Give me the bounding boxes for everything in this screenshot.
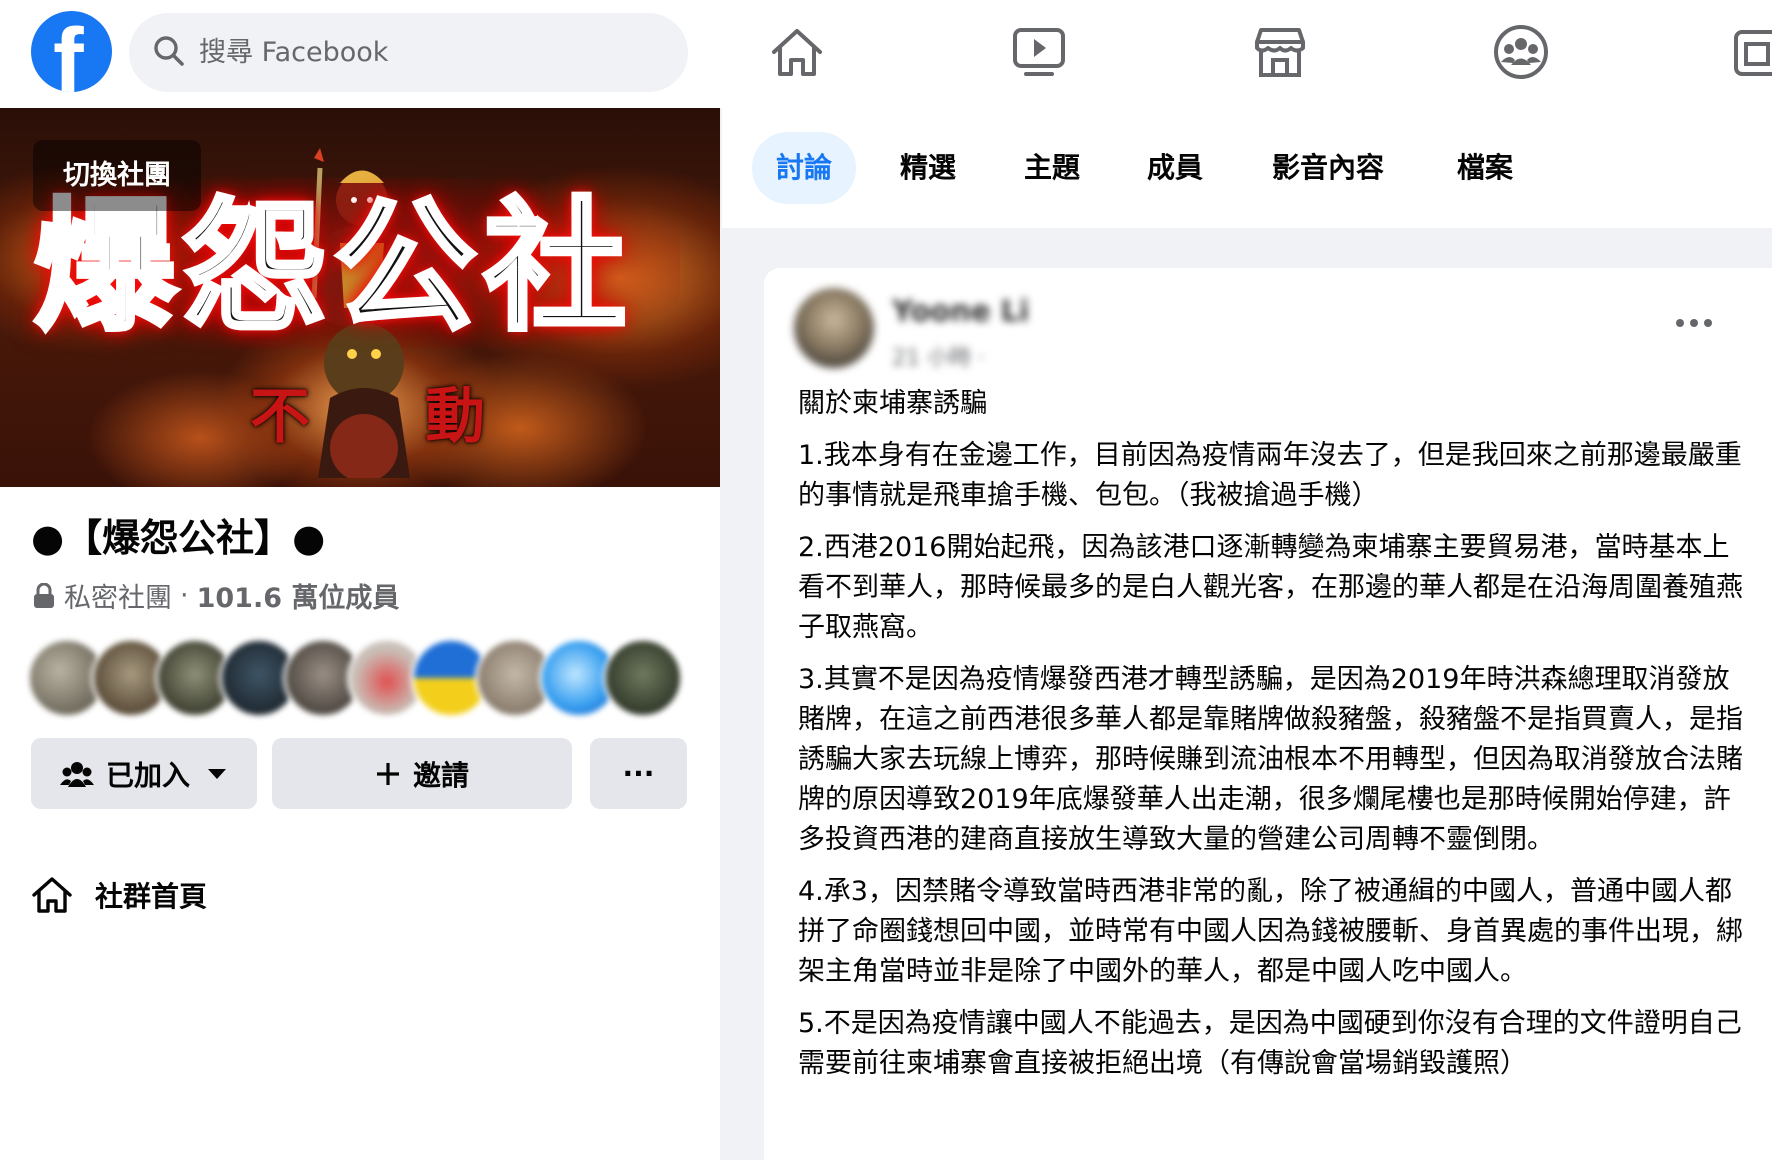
caret-down-icon — [208, 768, 226, 779]
community-home-link[interactable]: 社群首頁 — [31, 870, 207, 920]
home-icon[interactable] — [766, 22, 828, 82]
invite-label: 邀請 — [412, 758, 469, 792]
search-icon — [154, 36, 184, 66]
facebook-logo-letter: f — [53, 11, 84, 92]
cover-subtitle-art: 不 動 — [240, 358, 500, 452]
group-privacy: 私密社團 — [64, 583, 172, 614]
groups-icon[interactable] — [1490, 22, 1552, 82]
joined-label: 已加入 — [105, 758, 190, 792]
watch-icon[interactable] — [1008, 22, 1070, 82]
group-name[interactable]: ●【爆怨公社】● — [31, 512, 325, 564]
post-paragraph: 3.其實不是因為疫情爆發西港才轉型誘騙，是因為2019年時洪森總理取消發放賭牌，… — [798, 664, 1743, 855]
post-paragraph: 5.不是因為疫情讓中國人不能過去，是因為中國硬到你沒有合理的文件證明自己需要前往… — [798, 1008, 1742, 1079]
author-avatar[interactable] — [794, 288, 874, 368]
marketplace-icon[interactable] — [1249, 22, 1311, 82]
meta-separator: · — [180, 580, 189, 611]
group-tabs: 討論 精選 主題 成員 影音內容 檔案 — [722, 108, 1772, 228]
group-cover-photo: 爆怨公社 不 動 切換社團 — [0, 108, 720, 487]
tab-members[interactable]: 成員 — [1123, 132, 1227, 204]
post-title: 關於柬埔寨誘騙 — [798, 388, 987, 419]
plus-icon — [376, 762, 399, 785]
search-input[interactable] — [199, 23, 659, 81]
member-avatar[interactable] — [603, 638, 683, 718]
tab-topics[interactable]: 主題 — [1000, 132, 1104, 204]
switch-group-button[interactable]: 切換社團 — [33, 140, 201, 211]
home-outline-icon — [32, 877, 72, 913]
tab-files[interactable]: 檔案 — [1433, 132, 1537, 204]
more-horizontal-icon[interactable] — [1674, 313, 1714, 333]
more-options-label: ··· — [622, 757, 655, 790]
gaming-icon[interactable] — [1730, 22, 1772, 82]
search-box[interactable] — [129, 13, 688, 92]
tab-featured[interactable]: 精選 — [876, 132, 980, 204]
post-timestamp[interactable]: 21 小時 · — [892, 340, 985, 372]
author-name[interactable]: Yoone Li — [892, 294, 1029, 328]
joined-button[interactable]: 已加入 — [31, 738, 257, 809]
tab-discussion[interactable]: 討論 — [752, 132, 857, 204]
top-navigation-bar: f — [0, 0, 1772, 108]
post-paragraph: 2.西港2016開始起飛，因為該港口逐漸轉變為柬埔寨主要貿易港，當時基本上看不到… — [798, 532, 1743, 643]
more-options-button[interactable]: ··· — [590, 738, 687, 809]
post-card: Yoone Li 21 小時 · 關於柬埔寨誘騙 1.我本身有在金邊工作，目前因… — [764, 268, 1772, 1160]
invite-button[interactable]: 邀請 — [272, 738, 572, 809]
group-sidebar: 爆怨公社 不 動 切換社團 ●【爆怨公社】● 私密社團 · 101.6 萬位成員 — [0, 108, 720, 1160]
cover-subtitle-char: 不 — [250, 382, 310, 452]
post-paragraph: 1.我本身有在金邊工作，目前因為疫情兩年沒去了，但是我回來之前那邊最嚴重的事情就… — [798, 440, 1742, 511]
member-count[interactable]: 101.6 萬位成員 — [197, 576, 400, 615]
lock-icon — [34, 582, 54, 608]
members-icon — [59, 761, 94, 787]
community-home-label: 社群首頁 — [95, 880, 208, 913]
post-paragraph: 4.承3，因禁賭令導致當時西港非常的亂，除了被通緝的中國人，普通中國人都拼了命圈… — [798, 876, 1743, 987]
cover-subtitle-char: 動 — [425, 382, 485, 452]
member-avatars[interactable] — [27, 638, 687, 720]
group-meta: 私密社團 · 101.6 萬位成員 — [33, 576, 399, 615]
tab-media[interactable]: 影音內容 — [1248, 132, 1408, 204]
facebook-logo[interactable]: f — [31, 11, 112, 92]
post-body: 關於柬埔寨誘騙 1.我本身有在金邊工作，目前因為疫情兩年沒去了，但是我回來之前那… — [798, 384, 1744, 1096]
